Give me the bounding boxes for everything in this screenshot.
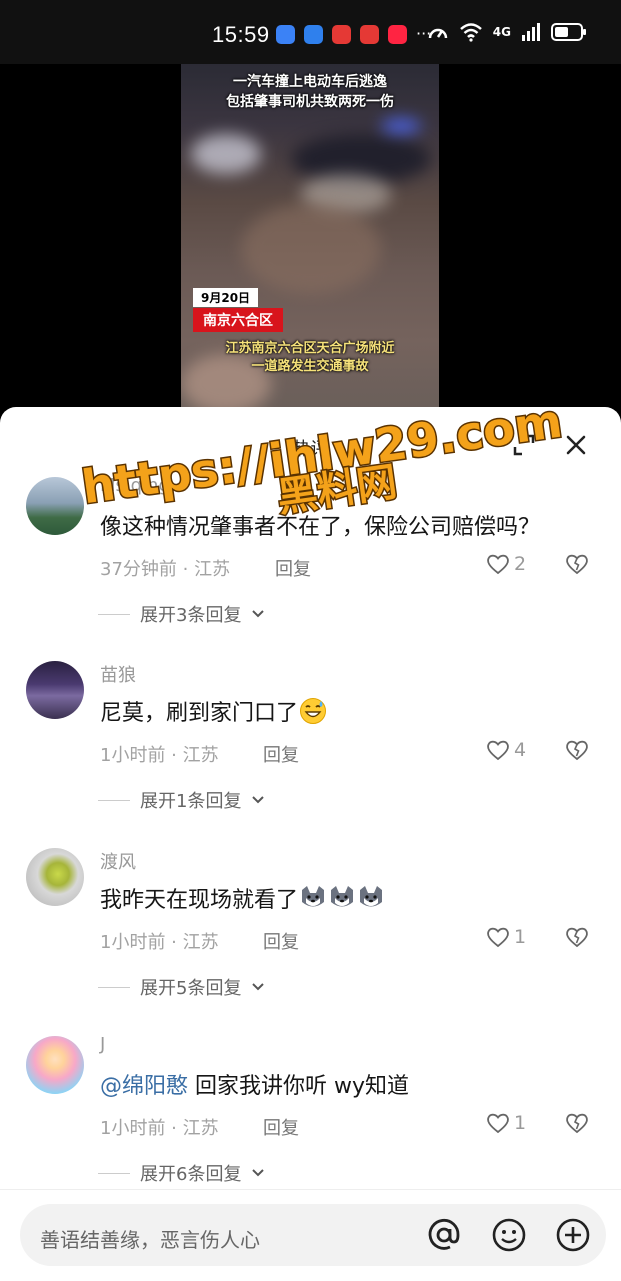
video-date-tag: 9月20日 bbox=[193, 288, 259, 307]
like-count: 4 bbox=[514, 739, 527, 761]
divider bbox=[98, 1172, 130, 1174]
broken-heart-icon[interactable] bbox=[565, 739, 589, 761]
video-location-tag: 南京六合区 bbox=[193, 308, 283, 332]
mention-link[interactable]: @绵阳憨 bbox=[100, 1074, 188, 1099]
status-right: 4G bbox=[427, 22, 586, 42]
comment-time-place: 1小时前 · 江苏 bbox=[100, 1118, 219, 1139]
broken-heart-icon[interactable] bbox=[565, 1112, 589, 1134]
husky-emoji bbox=[331, 886, 354, 907]
like-button[interactable]: 2 bbox=[486, 553, 526, 575]
expand-replies[interactable]: 展开1条回复 bbox=[98, 787, 265, 813]
comment-time-place: 1小时前 · 江苏 bbox=[100, 932, 219, 953]
avatar[interactable] bbox=[26, 477, 84, 535]
comment-text[interactable]: 尼莫，刷到家门口了 bbox=[100, 695, 327, 727]
heart-icon bbox=[487, 554, 509, 575]
like-count: 2 bbox=[514, 553, 527, 575]
radar-app-icon bbox=[276, 25, 295, 44]
huawei-app-icon-1 bbox=[332, 25, 351, 44]
comment-username[interactable]: 渡风 bbox=[100, 848, 136, 874]
avatar[interactable] bbox=[26, 848, 84, 906]
video-subtitle-line1: 江苏南京六合区天合广场附近 bbox=[225, 341, 395, 356]
reply-button[interactable]: 回复 bbox=[263, 928, 299, 954]
expand-replies[interactable]: 展开6条回复 bbox=[98, 1160, 265, 1186]
mention-at-icon[interactable] bbox=[427, 1218, 461, 1252]
comment-text-body: 我昨天在现场就看了 bbox=[100, 888, 299, 913]
video-subtitle-line2: 一道路发生交通事故 bbox=[251, 359, 369, 374]
comment-item: 渡风 我昨天在现场就看了 1小时前 · 江苏 回复 1 展开5条回复 bbox=[0, 848, 621, 1008]
expand-replies[interactable]: 展开3条回复 bbox=[98, 601, 265, 627]
battery-icon bbox=[551, 23, 586, 41]
video-frame[interactable]: 一汽车撞上电动车后逃逸 包括肇事司机共致两死一伤 9月20日 南京六合区 江苏南… bbox=[181, 64, 439, 410]
video-headline: 一汽车撞上电动车后逃逸 包括肇事司机共致两死一伤 bbox=[181, 72, 439, 112]
comment-input[interactable]: 善语结善缘，恶言伤人心 bbox=[20, 1204, 606, 1266]
status-app-icons: ··· bbox=[276, 25, 431, 44]
comment-item: Ms.qing 像这种情况肇事者不在了，保险公司赔偿吗？ 37分钟前 · 江苏 … bbox=[0, 475, 621, 635]
avatar[interactable] bbox=[26, 661, 84, 719]
heart-icon bbox=[487, 927, 509, 948]
avatar[interactable] bbox=[26, 1036, 84, 1094]
comment-text[interactable]: 我昨天在现场就看了 bbox=[100, 882, 385, 914]
comment-text-body: 尼莫，刷到家门口了 bbox=[100, 701, 299, 726]
like-count: 1 bbox=[514, 926, 527, 948]
wifi-icon bbox=[459, 23, 482, 42]
comment-username[interactable]: 苗狼 bbox=[100, 661, 136, 687]
comment-username[interactable]: J bbox=[100, 1034, 105, 1055]
chevron-down-icon bbox=[252, 1169, 265, 1177]
comment-text[interactable]: 像这种情况肇事者不在了，保险公司赔偿吗？ bbox=[100, 509, 540, 541]
close-icon[interactable] bbox=[562, 431, 590, 459]
husky-emoji bbox=[302, 886, 325, 907]
huawei-app-icon-2 bbox=[360, 25, 379, 44]
reply-button[interactable]: 回复 bbox=[263, 1114, 299, 1140]
network-type: 4G bbox=[492, 25, 511, 39]
like-button[interactable]: 4 bbox=[486, 739, 526, 761]
status-time: 15:59 bbox=[212, 22, 270, 47]
comment-item: J @绵阳憨 回家我讲你听 wy知道 1小时前 · 江苏 回复 1 展开6条回复 bbox=[0, 1034, 621, 1194]
comment-text[interactable]: @绵阳憨 回家我讲你听 wy知道 bbox=[100, 1068, 409, 1100]
like-count: 1 bbox=[514, 1112, 527, 1134]
status-bar: 15:59 ··· 4G bbox=[0, 0, 621, 64]
chevron-down-icon bbox=[252, 983, 265, 991]
video-headline-line1: 一汽车撞上电动车后逃逸 bbox=[233, 74, 387, 90]
heart-icon bbox=[487, 740, 509, 761]
broken-heart-icon[interactable] bbox=[565, 553, 589, 575]
comment-input-placeholder: 善语结善缘，恶言伤人心 bbox=[40, 1228, 260, 1252]
signal-icon bbox=[522, 23, 540, 41]
broken-heart-icon[interactable] bbox=[565, 926, 589, 948]
expand-replies-label: 展开3条回复 bbox=[140, 605, 242, 626]
comment-text-body: 回家我讲你听 wy知道 bbox=[188, 1074, 410, 1099]
video-subtitle: 江苏南京六合区天合广场附近 一道路发生交通事故 bbox=[181, 340, 439, 376]
reply-button[interactable]: 回复 bbox=[275, 555, 311, 581]
divider bbox=[98, 986, 130, 988]
husky-emoji bbox=[360, 886, 383, 907]
heart-icon bbox=[487, 1113, 509, 1134]
grin-sweat-emoji bbox=[300, 698, 327, 724]
emoji-icon[interactable] bbox=[492, 1218, 526, 1252]
message-app-icon bbox=[304, 25, 323, 44]
xiaohongshu-app-icon bbox=[388, 25, 407, 44]
expand-replies-label: 展开6条回复 bbox=[140, 1164, 242, 1185]
expand-replies-label: 展开1条回复 bbox=[140, 791, 242, 812]
chevron-down-icon bbox=[252, 796, 265, 804]
divider bbox=[98, 613, 130, 615]
expand-replies-label: 展开5条回复 bbox=[140, 978, 242, 999]
expand-replies[interactable]: 展开5条回复 bbox=[98, 974, 265, 1000]
comment-sheet: 热评 Ms.qing 像这种情况肇事者不在了，保险公司赔偿吗？ 37分钟前 · … bbox=[0, 407, 621, 1280]
video-headline-line2: 包括肇事司机共致两死一伤 bbox=[226, 94, 394, 110]
comment-time-place: 1小时前 · 江苏 bbox=[100, 745, 219, 766]
video-area[interactable]: 一汽车撞上电动车后逃逸 包括肇事司机共致两死一伤 9月20日 南京六合区 江苏南… bbox=[0, 64, 621, 410]
reply-button[interactable]: 回复 bbox=[263, 741, 299, 767]
divider bbox=[98, 799, 130, 801]
speed-icon bbox=[428, 28, 448, 39]
comment-time-place: 37分钟前 · 江苏 bbox=[100, 559, 231, 580]
comment-input-bar: 善语结善缘，恶言伤人心 bbox=[0, 1189, 621, 1281]
like-button[interactable]: 1 bbox=[486, 926, 526, 948]
comment-item: 苗狼 尼莫，刷到家门口了 1小时前 · 江苏 回复 4 展开1条回复 bbox=[0, 661, 621, 821]
like-button[interactable]: 1 bbox=[486, 1112, 526, 1134]
expand-icon[interactable] bbox=[510, 431, 538, 459]
comment-username[interactable]: Ms.qing bbox=[100, 475, 170, 496]
chevron-down-icon bbox=[252, 610, 265, 618]
add-icon[interactable] bbox=[556, 1218, 590, 1252]
